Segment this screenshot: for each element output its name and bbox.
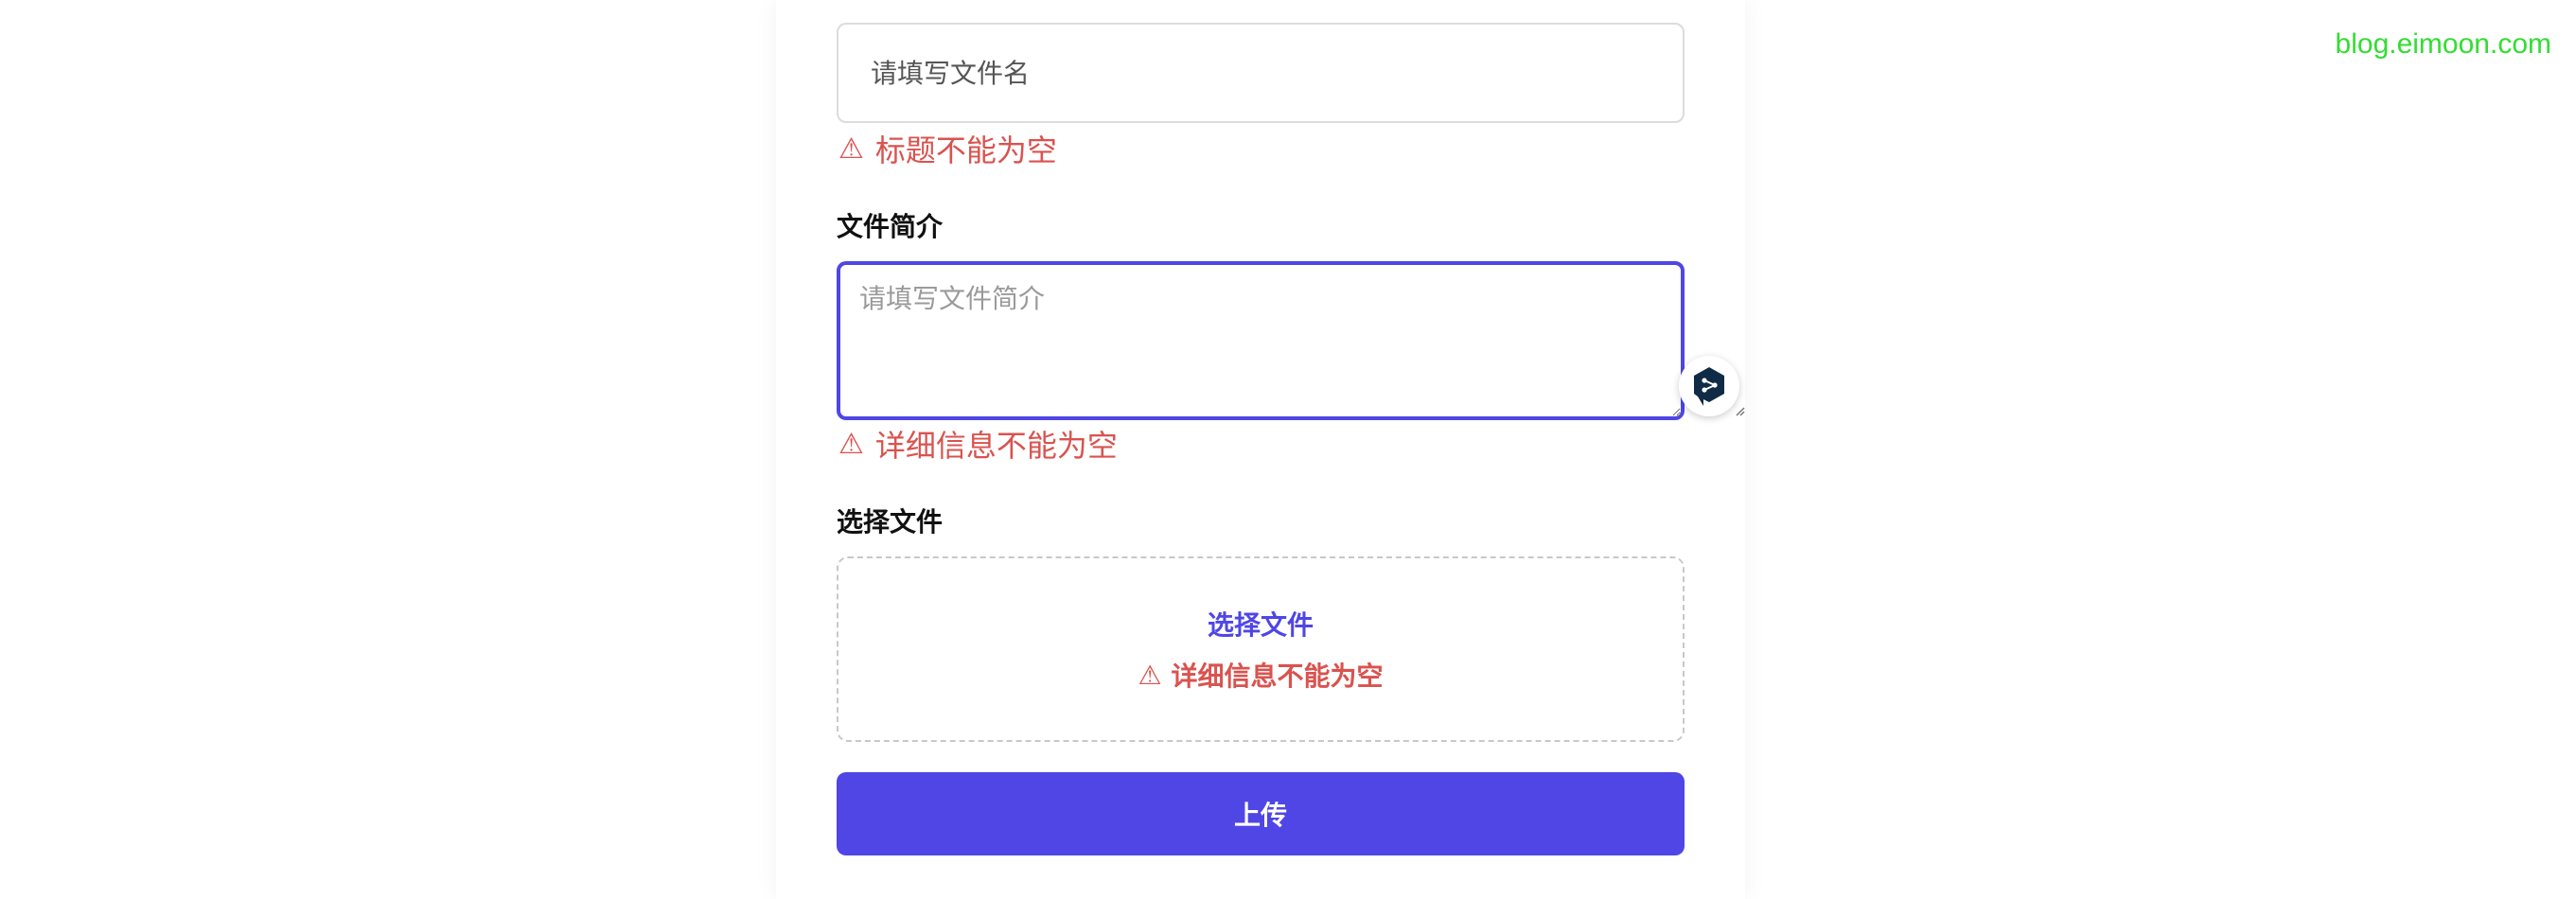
description-error-text: 详细信息不能为空 (874, 428, 1118, 464)
deepl-logo (1694, 367, 1724, 406)
file-error: ⚠ 详细信息不能为空 (1138, 656, 1383, 694)
description-error: ⚠ 详细信息不能为空 (838, 422, 1118, 466)
warning-icon: ⚠ (838, 132, 864, 166)
choose-file-link[interactable]: 选择文件 (1208, 605, 1314, 643)
watermark: blog.eimoon.com (2335, 28, 2551, 60)
description-label: 文件简介 (837, 211, 944, 242)
description-textarea[interactable] (837, 261, 1685, 420)
title-error-text: 标题不能为空 (874, 132, 1057, 168)
upload-button[interactable]: 上传 (837, 772, 1685, 855)
title-error: ⚠ 标题不能为空 (838, 127, 1057, 170)
resize-handle[interactable] (1734, 405, 1745, 416)
title-input[interactable] (837, 23, 1685, 123)
file-label: 选择文件 (837, 506, 944, 538)
file-error-text: 详细信息不能为空 (1171, 661, 1384, 692)
warning-icon: ⚠ (1138, 659, 1162, 691)
page: ⚠ 标题不能为空 文件简介 ⚠ 详细信息不能为空 (0, 0, 2576, 899)
file-dropzone[interactable]: 选择文件 ⚠ 详细信息不能为空 (837, 556, 1685, 742)
warning-icon: ⚠ (838, 427, 864, 461)
upload-form-card: ⚠ 标题不能为空 文件简介 ⚠ 详细信息不能为空 (776, 0, 1745, 899)
deepl-icon[interactable] (1679, 356, 1739, 416)
